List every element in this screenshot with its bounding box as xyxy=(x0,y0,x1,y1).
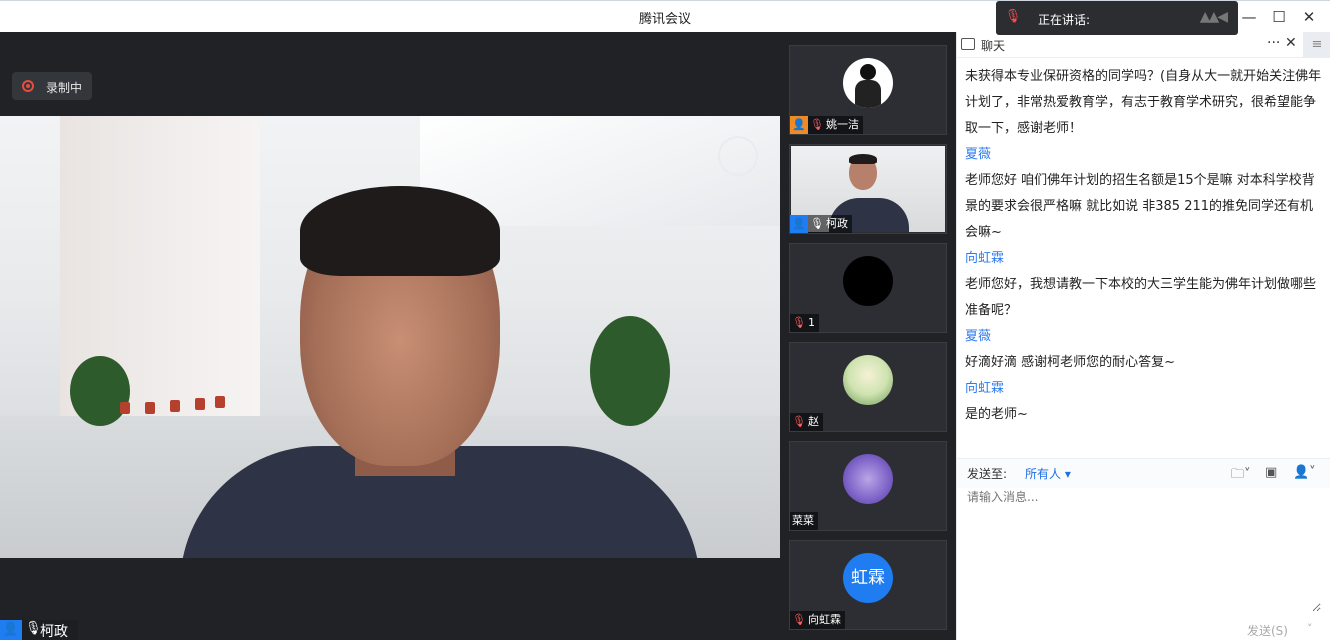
mic-muted-icon: 🎙 xyxy=(810,118,824,131)
record-icon xyxy=(22,80,34,92)
more-options-icon[interactable]: ··· xyxy=(1267,35,1280,51)
file-icon[interactable]: 🗀˅ xyxy=(1231,465,1251,487)
mic-muted-icon: 🎙 xyxy=(792,613,806,626)
speaking-indicator[interactable]: 🎙 正在讲话: ▲▲◀ xyxy=(996,1,1238,35)
avatar: 虹霖 xyxy=(843,553,893,603)
mic-muted-icon: 🎙 xyxy=(792,415,806,428)
participant-tile[interactable]: 菜菜 xyxy=(789,441,947,531)
screenshot-icon[interactable]: ▣ xyxy=(1265,465,1277,480)
speaker-name: 柯政 xyxy=(40,624,68,640)
chat-title: 聊天 xyxy=(981,39,1006,53)
send-options-bar: 发送至: 所有人 ▾ 🗀˅ ▣ 👤˅ xyxy=(957,458,1330,488)
chat-sender[interactable]: 夏薇 xyxy=(965,324,1323,350)
main-video-stage: 录制中 👤 🎙 柯政 xyxy=(0,32,780,640)
send-to-value: 所有人 xyxy=(1025,467,1062,481)
speaking-label: 正在讲话: xyxy=(1038,13,1091,27)
chat-sender[interactable]: 向虹霖 xyxy=(965,246,1323,272)
speaker-video xyxy=(0,116,780,558)
speaker-name-bar: 👤 🎙 柯政 xyxy=(0,620,78,640)
participant-name: 姚一洁 xyxy=(825,118,859,131)
sidebar-toggle-icon[interactable]: ≡ xyxy=(1303,32,1330,58)
recording-label: 录制中 xyxy=(46,81,83,95)
participant-name: 菜菜 xyxy=(792,514,814,527)
send-to-dropdown[interactable]: 所有人 ▾ xyxy=(1025,465,1071,482)
participant-name: 1 xyxy=(807,316,815,329)
chat-message-text: 好滴好滴 感谢柯老师您的耐心答复~ xyxy=(965,355,1176,370)
host-icon: 👤 xyxy=(790,116,808,134)
chat-header: 聊天 ··· ✕ ≡ xyxy=(957,32,1330,58)
host-icon: 👤 xyxy=(790,215,808,233)
mic-icon: 🎙 xyxy=(810,217,824,230)
chat-message-text: 老师您好，我想请教一下本校的大三学生能为佛年计划做哪些准备呢？ xyxy=(965,277,1317,318)
maximize-button[interactable]: ☐ xyxy=(1266,7,1292,27)
send-button[interactable]: 发送(S) xyxy=(1247,622,1288,639)
send-to-label: 发送至: xyxy=(967,467,1008,481)
avatar xyxy=(843,454,893,504)
participant-name: 柯政 xyxy=(825,217,848,230)
user-settings-icon[interactable]: 👤˅ xyxy=(1293,465,1316,480)
participant-tile[interactable]: 👤 🎙 柯政 xyxy=(789,144,947,234)
participant-list: 👤 🎙 姚一洁 👤 🎙 柯政 🎙 1 🎙 赵 菜菜 虹霖 🎙 向虹霖 xyxy=(780,32,956,640)
chat-message-text: 是的老师~ xyxy=(965,407,1028,422)
avatar-text: 虹霖 xyxy=(851,568,885,588)
chat-messages: 未获得本专业保研资格的同学吗？(自身从大一就开始关注佛年计划了，非常热爱教育学，… xyxy=(965,64,1323,454)
mic-muted-icon: 🎙 xyxy=(1004,9,1022,24)
avatar xyxy=(843,58,893,108)
chat-sender[interactable]: 夏薇 xyxy=(965,142,1323,168)
send-options-chevron-icon[interactable]: ˅ xyxy=(1307,622,1313,635)
chat-input[interactable] xyxy=(967,488,1321,612)
chat-sender[interactable]: 向虹霖 xyxy=(965,376,1323,402)
chat-panel: 聊天 ··· ✕ ≡ 未获得本专业保研资格的同学吗？(自身从大一就开始关注佛年计… xyxy=(956,32,1330,640)
close-chat-icon[interactable]: ✕ xyxy=(1285,35,1297,51)
avatar xyxy=(843,256,893,306)
close-button[interactable]: ✕ xyxy=(1296,7,1322,27)
participant-tile[interactable]: 虹霖 🎙 向虹霖 xyxy=(789,540,947,630)
mic-muted-icon: 🎙 xyxy=(792,316,806,329)
participant-name: 向虹霖 xyxy=(807,613,841,626)
chat-message-text: 老师您好 咱们佛年计划的招生名额是15个是嘛 对本科学校背景的要求会很严格嘛 就… xyxy=(965,173,1315,240)
sound-wave-icon: ▲▲◀ xyxy=(1199,9,1228,25)
participant-name: 赵 xyxy=(807,415,819,428)
logo-watermark-icon xyxy=(718,136,758,176)
minimize-button[interactable]: — xyxy=(1236,7,1262,27)
participant-tile[interactable]: 🎙 1 xyxy=(789,243,947,333)
chat-message-text: 未获得本专业保研资格的同学吗？(自身从大一就开始关注佛年计划了，非常热爱教育学，… xyxy=(965,69,1322,136)
participant-tile[interactable]: 🎙 赵 xyxy=(789,342,947,432)
host-icon: 👤 xyxy=(0,620,22,640)
recording-badge[interactable]: 录制中 xyxy=(12,72,92,100)
avatar xyxy=(843,355,893,405)
participant-tile[interactable]: 👤 🎙 姚一洁 xyxy=(789,45,947,135)
chat-icon xyxy=(961,38,975,50)
